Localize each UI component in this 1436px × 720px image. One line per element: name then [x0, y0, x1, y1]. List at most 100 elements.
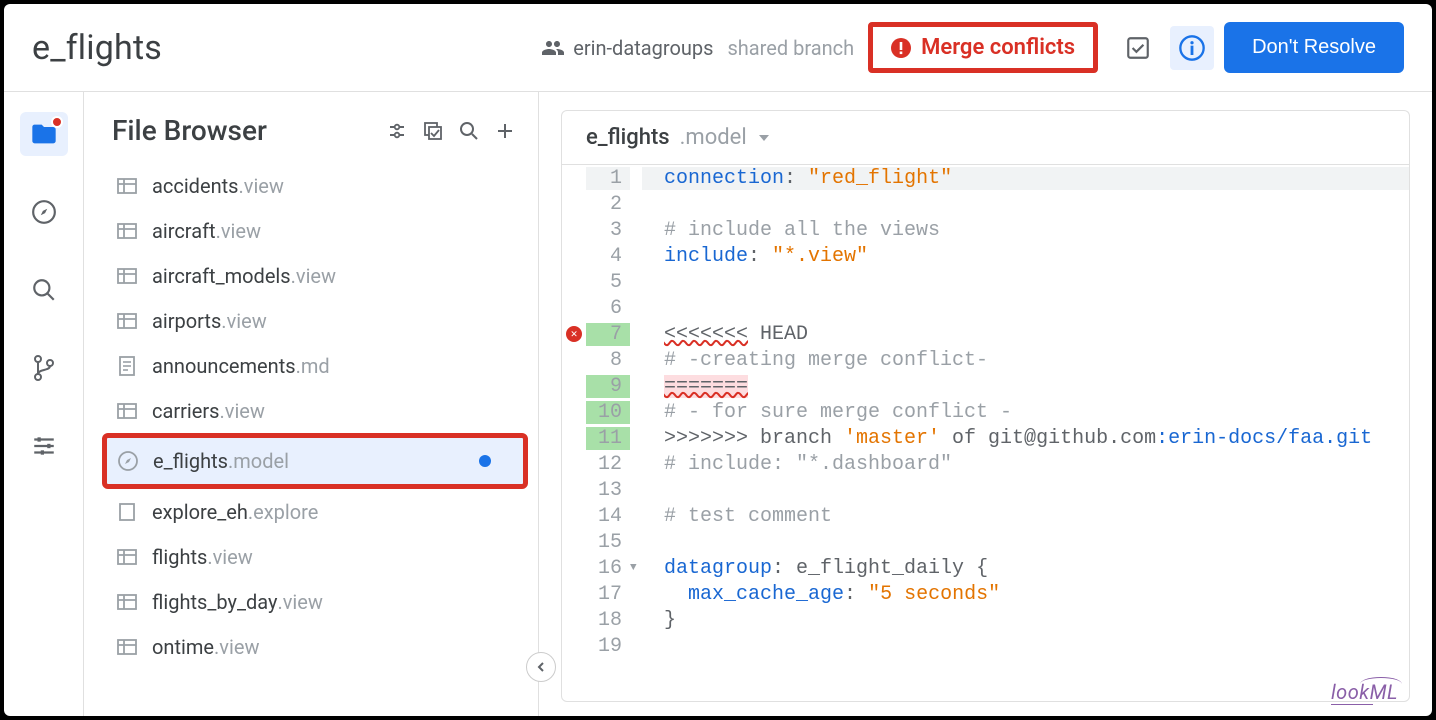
- code-line[interactable]: 10 # - for sure merge conflict -: [562, 399, 1409, 425]
- code-line[interactable]: 17 max_cache_age: "5 seconds": [562, 581, 1409, 607]
- line-content[interactable]: include: "*.view": [642, 245, 1409, 268]
- line-content[interactable]: }: [642, 609, 1409, 632]
- rail-badge: [51, 116, 63, 128]
- plus-icon: [495, 121, 515, 141]
- line-number: 1: [586, 167, 630, 190]
- compass-icon: [31, 199, 57, 225]
- line-number: 10: [586, 401, 630, 424]
- code-line[interactable]: 2: [562, 191, 1409, 217]
- line-number: 9: [586, 375, 630, 398]
- file-ext: .view: [216, 219, 261, 243]
- add-file-button[interactable]: [490, 116, 520, 146]
- line-content[interactable]: >>>>>>> branch 'master' of git@github.co…: [642, 427, 1409, 450]
- dont-resolve-button[interactable]: Don't Resolve: [1224, 22, 1404, 73]
- code-line[interactable]: 19: [562, 633, 1409, 659]
- app-root: e_flights erin-datagroups shared branch …: [4, 4, 1432, 716]
- file-item-accidents[interactable]: accidents.view: [102, 163, 528, 208]
- rail-git[interactable]: [20, 346, 68, 390]
- search-files-button[interactable]: [454, 116, 484, 146]
- file-item-flights[interactable]: flights.view: [102, 534, 528, 579]
- code-line[interactable]: 11>>>>>>> branch 'master' of git@github.…: [562, 425, 1409, 451]
- code-line[interactable]: 3# include all the views: [562, 217, 1409, 243]
- code-line[interactable]: 9 =======: [562, 373, 1409, 399]
- main: File Browser accidents.viewaircraft.view…: [4, 92, 1432, 716]
- line-content[interactable]: # test comment: [642, 505, 1409, 528]
- rail-settings[interactable]: [20, 424, 68, 468]
- file-ext: .view: [238, 174, 283, 198]
- rail-search[interactable]: [20, 268, 68, 312]
- file-browser-header: File Browser: [84, 92, 538, 163]
- code-line[interactable]: 16▼datagroup: e_flight_daily {: [562, 555, 1409, 581]
- info-icon: [1178, 34, 1206, 62]
- file-item-ontime[interactable]: ontime.view: [102, 624, 528, 669]
- merge-conflicts-text: Merge conflicts: [921, 35, 1075, 60]
- file-name: carriers: [152, 399, 219, 423]
- line-content[interactable]: connection: "red_flight": [642, 167, 1409, 190]
- file-list: accidents.viewaircraft.viewaircraft_mode…: [84, 163, 538, 716]
- tab-file-ext: .model: [680, 125, 747, 150]
- file-item-explore_eh[interactable]: explore_eh.explore: [102, 489, 528, 534]
- file-ext: .view: [221, 309, 266, 333]
- file-item-e_flights[interactable]: e_flights.model: [102, 433, 528, 489]
- line-content[interactable]: # -creating merge conflict-: [642, 349, 1409, 372]
- line-number: 8: [586, 349, 630, 372]
- lookml-logo: lookML: [1331, 680, 1398, 704]
- code-line[interactable]: 18}: [562, 607, 1409, 633]
- info-button[interactable]: [1170, 26, 1214, 70]
- user-chip[interactable]: erin-datagroups: [541, 36, 713, 60]
- code-line[interactable]: 13: [562, 477, 1409, 503]
- file-item-carriers[interactable]: carriers.view: [102, 388, 528, 433]
- file-browser-panel: File Browser accidents.viewaircraft.view…: [84, 92, 539, 716]
- people-icon: [541, 36, 565, 60]
- left-rail: [4, 92, 84, 716]
- file-name: aircraft_models: [152, 264, 291, 288]
- line-content[interactable]: datagroup: e_flight_daily {: [642, 557, 1409, 580]
- line-content[interactable]: =======: [642, 375, 1409, 398]
- file-item-airports[interactable]: airports.view: [102, 298, 528, 343]
- code-line[interactable]: ✕7<<<<<<< HEAD: [562, 321, 1409, 347]
- file-item-aircraft[interactable]: aircraft.view: [102, 208, 528, 253]
- file-ext: .md: [296, 354, 330, 378]
- file-name: announcements: [152, 354, 296, 378]
- collapse-tree-button[interactable]: [382, 116, 412, 146]
- code-line[interactable]: 1 connection: "red_flight": [562, 165, 1409, 191]
- file-ext: .model: [228, 449, 289, 473]
- checkbox-icon: [1125, 35, 1151, 61]
- code-line[interactable]: 4include: "*.view": [562, 243, 1409, 269]
- file-name: airports: [152, 309, 221, 333]
- validate-button[interactable]: [1116, 26, 1160, 70]
- chevron-left-icon: [535, 661, 547, 673]
- line-number: 12: [586, 453, 630, 476]
- line-number: 6: [586, 297, 630, 320]
- merge-conflicts-pill[interactable]: Merge conflicts: [868, 22, 1098, 73]
- sliders-icon: [31, 433, 57, 459]
- rail-compass[interactable]: [20, 190, 68, 234]
- line-number: 18: [586, 609, 630, 632]
- code-line[interactable]: 12 # include: "*.dashboard": [562, 451, 1409, 477]
- modified-dot: [479, 455, 491, 467]
- collapse-panel-button[interactable]: [526, 652, 556, 682]
- code-line[interactable]: 8 # -creating merge conflict-: [562, 347, 1409, 373]
- file-ext: .view: [291, 264, 336, 288]
- code-line[interactable]: 5: [562, 269, 1409, 295]
- code-line[interactable]: 15: [562, 529, 1409, 555]
- editor-panel: e_flights.model 1 connection: "red_flight…: [539, 92, 1432, 716]
- line-content[interactable]: # include: "*.dashboard": [642, 453, 1409, 476]
- line-content[interactable]: <<<<<<< HEAD: [642, 323, 1409, 346]
- line-content[interactable]: # include all the views: [642, 219, 1409, 242]
- file-item-flights_by_day[interactable]: flights_by_day.view: [102, 579, 528, 624]
- file-ext: .view: [214, 635, 259, 659]
- line-content[interactable]: max_cache_age: "5 seconds": [642, 583, 1409, 606]
- line-content[interactable]: # - for sure merge conflict -: [642, 401, 1409, 424]
- rail-file-browser[interactable]: [20, 112, 68, 156]
- editor-tab[interactable]: e_flights.model: [561, 110, 1410, 164]
- search-icon: [31, 277, 57, 303]
- code-line[interactable]: 14# test comment: [562, 503, 1409, 529]
- file-item-announcements[interactable]: announcements.md: [102, 343, 528, 388]
- user-name: erin-datagroups: [573, 36, 713, 60]
- file-item-aircraft_models[interactable]: aircraft_models.view: [102, 253, 528, 298]
- code-editor[interactable]: 1 connection: "red_flight"23# include all…: [561, 164, 1410, 702]
- code-line[interactable]: 6: [562, 295, 1409, 321]
- bulk-select-button[interactable]: [418, 116, 448, 146]
- file-name: explore_eh: [152, 500, 248, 524]
